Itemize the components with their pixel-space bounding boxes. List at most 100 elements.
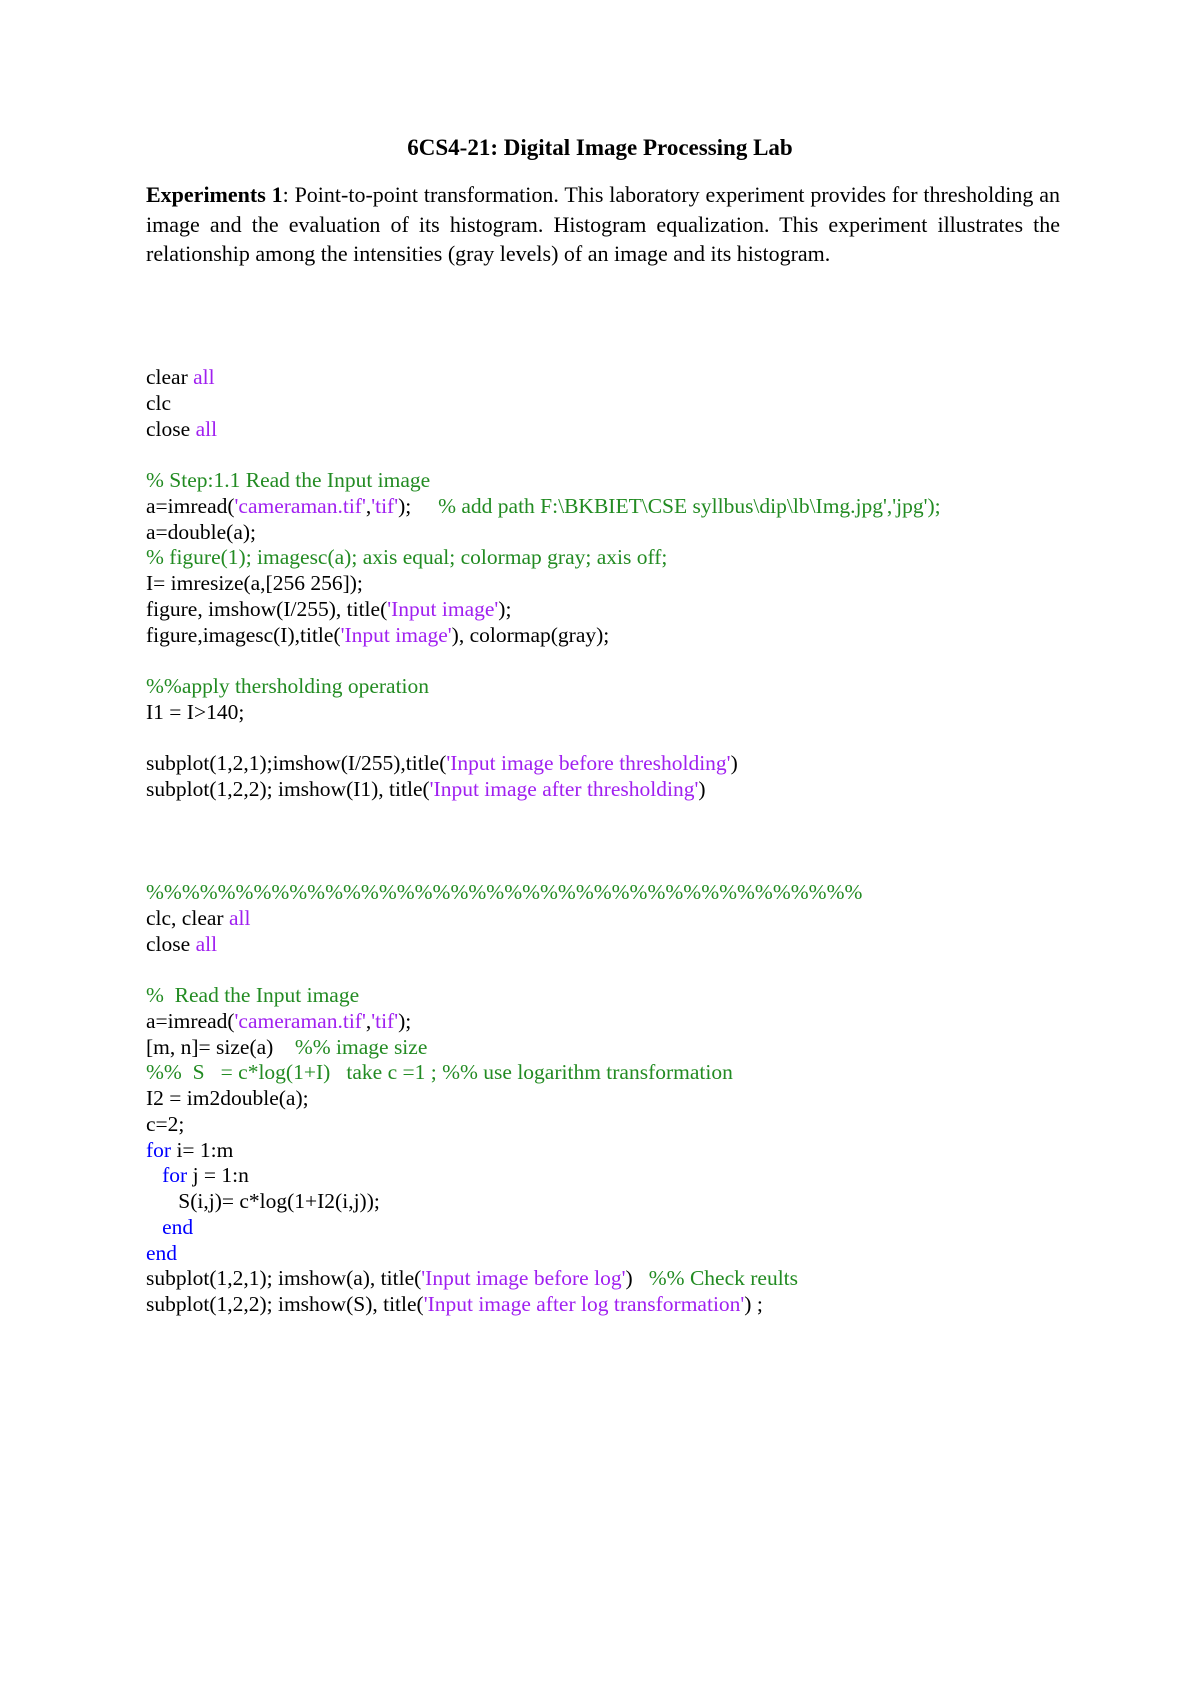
code-comment: % figure(1); imagesc(a); axis equal; col… — [146, 545, 668, 570]
code-line: figure,imagesc(I),title('Input image'), … — [146, 623, 1086, 649]
code-text: figure, imshow(I/255), title( — [146, 596, 388, 621]
code-line: %% S = c*log(1+I) take c =1 ; %% use log… — [146, 1060, 1086, 1086]
code-comment: % add path F:\BKBIET\CSE syllbus\dip\lb\… — [438, 493, 941, 518]
code-line: c=2; — [146, 1112, 1086, 1138]
code-string: 'tif' — [371, 1008, 399, 1033]
code-line: for i= 1:m — [146, 1138, 1086, 1164]
code-line: % figure(1); imagesc(a); axis equal; col… — [146, 545, 1086, 571]
code-text: j = 1:n — [187, 1163, 249, 1188]
code-line: % Read the Input image — [146, 983, 1086, 1009]
code-line: subplot(1,2,1);imshow(I/255),title('Inpu… — [146, 751, 1086, 777]
code-keyword: end — [146, 1240, 178, 1265]
code-text: a=imread( — [146, 1008, 235, 1033]
code-comment: %% image size — [294, 1034, 428, 1059]
document-title: 6CS4-21: Digital Image Processing Lab — [407, 135, 793, 160]
code-comment: %%apply thersholding operation — [146, 674, 430, 698]
code-string: 'tif' — [371, 493, 399, 518]
code-comment: % Read the Input image — [146, 983, 360, 1007]
code-line: I1 = I>140; — [146, 700, 1086, 726]
code-line: for j = 1:n — [146, 1163, 1086, 1189]
code-keyword: end — [162, 1214, 194, 1239]
code-line: clc — [146, 391, 1086, 417]
code-comment: %% S = c*log(1+I) take c =1 ; %% use log… — [146, 1060, 733, 1085]
code-text: ); — [398, 493, 439, 518]
code-string: 'Input image before thresholding' — [446, 751, 731, 776]
code-text: subplot(1,2,1);imshow(I/255),title( — [146, 751, 447, 776]
code-line: [m, n]= size(a) %% image size — [146, 1035, 1086, 1061]
code-comment: %%%%%%%%%%%%%%%%%%%%%%%%%%%%%%%%%%%%%%%% — [146, 880, 863, 904]
code-line: end — [146, 1215, 1086, 1241]
code-line: subplot(1,2,2); imshow(I1), title('Input… — [146, 777, 1086, 803]
code-text: subplot(1,2,2); imshow(I1), title( — [146, 777, 430, 801]
code-line: %%%%%%%%%%%%%%%%%%%%%%%%%%%%%%%%%%%%%%%% — [146, 880, 1086, 906]
code-line: clc, clear all — [146, 906, 1086, 932]
code-string: all — [193, 365, 215, 389]
code-text: close — [146, 931, 196, 956]
code-string: all — [228, 905, 251, 930]
document-page: 6CS4-21: Digital Image Processing Lab Ex… — [0, 0, 1200, 1697]
code-text: I= imresize(a,[256 256]); — [146, 571, 363, 595]
code-comment: %% Check reults — [648, 1266, 799, 1291]
code-string: 'Input image' — [387, 596, 499, 621]
code-line: end — [146, 1241, 1086, 1267]
code-line: S(i,j)= c*log(1+I2(i,j)); — [146, 1189, 1086, 1215]
code-string: all — [195, 931, 218, 956]
code-line: I2 = im2double(a); — [146, 1086, 1086, 1112]
code-line: a=imread('cameraman.tif','tif'); — [146, 1009, 1086, 1035]
code-text: a=imread( — [146, 493, 235, 518]
code-line: subplot(1,2,1); imshow(a), title('Input … — [146, 1266, 1086, 1292]
code-text: clc, clear — [146, 905, 229, 930]
code-line: a=double(a); — [146, 520, 1086, 546]
code-line: close all — [146, 417, 1086, 443]
code-string: 'Input image before log' — [421, 1266, 626, 1291]
code-text: ) — [625, 1266, 649, 1291]
code-text: S(i,j)= c*log(1+I2(i,j)); — [146, 1189, 380, 1213]
code-text: clc — [146, 390, 172, 415]
code-text: ) — [698, 777, 706, 801]
experiment-label: Experiments 1 — [146, 182, 283, 207]
code-line: subplot(1,2,2); imshow(S), title('Input … — [146, 1292, 1086, 1318]
code-text: c=2; — [146, 1111, 185, 1136]
code-line: close all — [146, 932, 1086, 958]
code-text: ) — [730, 751, 738, 776]
code-string: 'Input image after log transformation' — [423, 1292, 745, 1316]
code-text: figure,imagesc(I),title( — [146, 622, 341, 647]
code-text: [m, n]= size(a) — [146, 1034, 295, 1059]
code-string: all — [195, 416, 218, 441]
code-text: subplot(1,2,2); imshow(S), title( — [146, 1292, 424, 1316]
code-text: ); — [398, 1008, 412, 1033]
code-keyword: for — [146, 1137, 172, 1162]
code-line: %%apply thersholding operation — [146, 674, 1086, 700]
code-text: clear — [146, 365, 194, 389]
code-string: 'cameraman.tif' — [234, 1008, 366, 1033]
code-text: ) ; — [744, 1292, 763, 1316]
code-text: I2 = im2double(a); — [146, 1086, 309, 1110]
code-keyword: for — [162, 1163, 188, 1188]
code-line: I= imresize(a,[256 256]); — [146, 571, 1086, 597]
code-line: a=imread('cameraman.tif','tif'); % add p… — [146, 494, 1086, 520]
experiment-description: Experiments 1: Point-to-point transforma… — [146, 180, 1060, 269]
code-text: i= 1:m — [171, 1137, 234, 1162]
code-string: 'Input image after thresholding' — [429, 777, 699, 801]
code-comment: % Step:1.1 Read the Input image — [146, 468, 431, 492]
code-text: ); — [498, 596, 512, 621]
code-text: subplot(1,2,1); imshow(a), title( — [146, 1266, 422, 1291]
code-line: % Step:1.1 Read the Input image — [146, 468, 1086, 494]
code-string: 'cameraman.tif' — [234, 493, 366, 518]
code-text: a=double(a); — [146, 519, 257, 544]
matlab-code-listing: clear all clc close all% Step:1.1 Read the… — [146, 365, 1086, 1318]
code-string: 'Input image' — [340, 622, 452, 647]
code-line: clear all — [146, 365, 1086, 391]
code-text: I1 = I>140; — [146, 699, 245, 724]
code-text: ), colormap(gray); — [451, 622, 610, 647]
code-line: figure, imshow(I/255), title('Input imag… — [146, 597, 1086, 623]
